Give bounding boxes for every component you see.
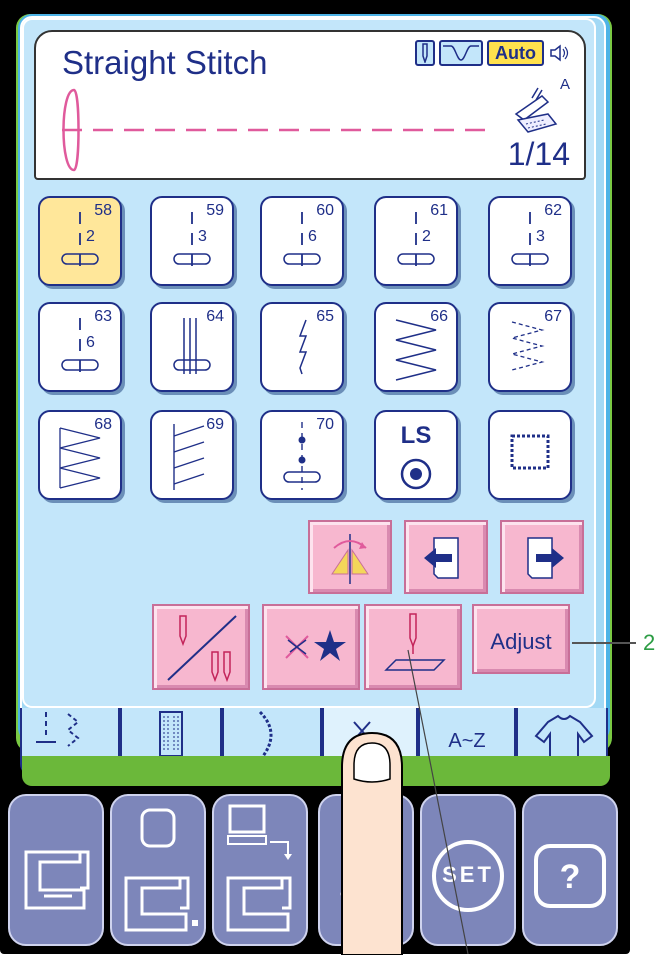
stitch-button-extra-13[interactable]: LS: [374, 410, 458, 500]
stitch-button-58[interactable]: 58 2: [38, 196, 122, 286]
callout-number: 2: [643, 630, 656, 655]
elongate-right-button[interactable]: [500, 520, 584, 594]
stitch-button-70[interactable]: 70: [260, 410, 344, 500]
adjust-button[interactable]: Adjust: [472, 604, 570, 674]
twin-needle-button[interactable]: [152, 604, 250, 690]
sound-icon: [548, 40, 570, 66]
stitch-value: 6: [308, 228, 317, 245]
stitch-number: 58: [94, 202, 112, 219]
set-label: SET: [442, 862, 494, 887]
stitch-button-63[interactable]: 63 6: [38, 302, 122, 392]
stitch-button-69[interactable]: 69: [150, 410, 234, 500]
lock-stitch-star-icon: [285, 630, 346, 661]
stitch-number: 59: [206, 202, 224, 219]
stitch-value: 3: [536, 228, 545, 245]
stitch-preview-icon: [62, 88, 488, 172]
status-bar: Auto: [415, 40, 570, 66]
stitch-value: 3: [198, 228, 207, 245]
finger-pointer-icon: [341, 731, 403, 955]
lcd-bottom-strip: [22, 756, 610, 786]
needle-up-down-button[interactable]: [364, 604, 462, 690]
mirror-image-button[interactable]: [308, 520, 392, 594]
twin-needle-icon: [167, 615, 237, 683]
stitch-number: 65: [316, 308, 334, 325]
adjust-label: Adjust: [490, 629, 552, 654]
sewing-mode-button[interactable]: [8, 794, 104, 946]
page-right-arrow-icon: [527, 537, 564, 579]
help-button[interactable]: ?: [522, 794, 618, 946]
stitch-button-68[interactable]: 68: [38, 410, 122, 500]
help-label: ?: [559, 858, 581, 896]
thread-tension-icon: [439, 40, 484, 66]
stitch-button-66[interactable]: 66: [374, 302, 458, 392]
stitch-number: 63: [94, 308, 112, 325]
stitch-button-65[interactable]: 65: [260, 302, 344, 392]
stitch-number: 67: [544, 308, 562, 325]
auto-lock-button[interactable]: [262, 604, 360, 690]
stitch-value: LS: [400, 422, 432, 449]
stitch-number: 70: [316, 416, 334, 433]
stitch-number: 64: [206, 308, 224, 325]
stitch-number: 66: [430, 308, 448, 325]
stitch-number: 62: [544, 202, 562, 219]
pc-link-button[interactable]: [212, 794, 308, 946]
sewing-machine-icon: [24, 850, 90, 910]
stitch-button-62[interactable]: 62 3: [488, 196, 572, 286]
stitch-value: 2: [86, 228, 95, 245]
stitch-value: 2: [422, 228, 431, 245]
page-indicator: 1/14: [507, 136, 570, 172]
mirror-icon: [331, 534, 369, 584]
stitch-number: 60: [316, 202, 334, 219]
presser-foot-label: A: [559, 76, 570, 93]
embroidery-mode-button[interactable]: [110, 794, 206, 946]
stitch-button-64[interactable]: 64: [150, 302, 234, 392]
stitch-title: Straight Stitch: [62, 44, 268, 81]
needle-position-icon: [415, 40, 436, 66]
stitch-button-67[interactable]: 67: [488, 302, 572, 392]
presser-foot-icon: [514, 87, 558, 133]
auto-tension-badge: Auto: [487, 40, 544, 66]
embroidery-unit-icon: [124, 808, 198, 932]
stitch-button-59[interactable]: 59 3: [150, 196, 234, 286]
stitch-number: 61: [430, 202, 448, 219]
tab-alphabet-label: A~Z: [448, 730, 486, 752]
page-left-arrow-icon: [424, 537, 459, 579]
stitch-number: 68: [94, 416, 112, 433]
stitch-button-61[interactable]: 61 2: [374, 196, 458, 286]
callout-line: [572, 642, 636, 644]
needle-position-up-icon: [384, 613, 446, 671]
stitch-info-header: Straight Stitch Auto A 1/14: [34, 30, 586, 180]
stitch-button-60[interactable]: 60 6: [260, 196, 344, 286]
stitch-number: 69: [206, 416, 224, 433]
stitch-pattern-icon: [510, 434, 550, 470]
computer-link-icon: [226, 804, 292, 932]
set-button[interactable]: SET: [420, 794, 516, 946]
stitch-button-extra-14[interactable]: [488, 410, 572, 500]
elongate-left-button[interactable]: [404, 520, 488, 594]
stitch-value: 6: [86, 334, 95, 351]
